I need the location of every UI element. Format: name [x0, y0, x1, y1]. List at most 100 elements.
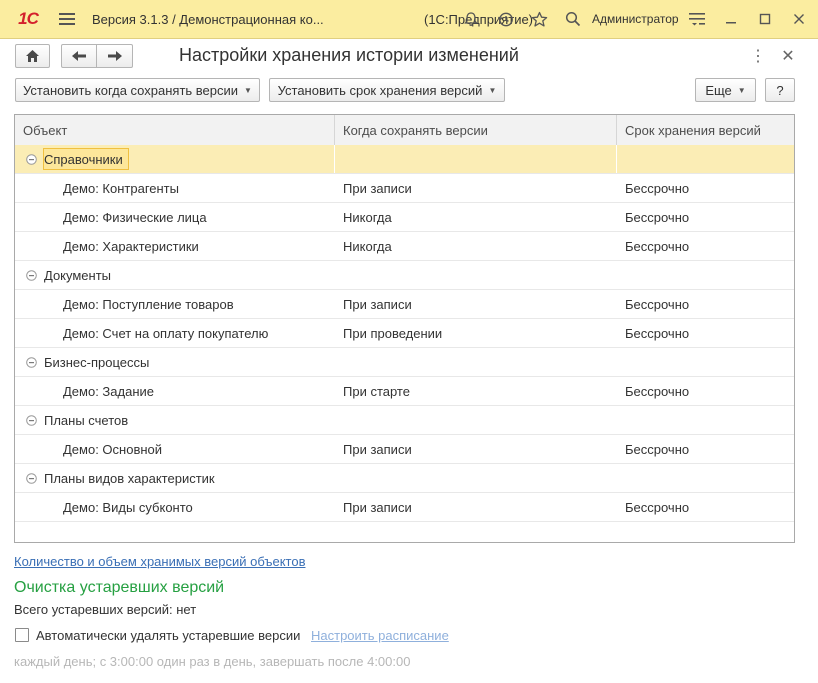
current-user[interactable]: Администратор — [592, 0, 684, 38]
help-label: ? — [776, 82, 784, 98]
when-cell: Никогда — [343, 209, 392, 225]
obsolete-versions-count: Всего устаревших версий: нет — [14, 602, 197, 617]
settings-menu-icon[interactable] — [684, 0, 710, 38]
collapse-group-icon[interactable] — [24, 471, 38, 485]
back-button[interactable] — [61, 44, 97, 68]
dropdown-caret-icon: ▼ — [244, 85, 252, 95]
group-period-cell — [617, 464, 794, 492]
main-menu-icon[interactable] — [54, 0, 80, 38]
versions-stats-link[interactable]: Количество и объем хранимых версий объек… — [14, 554, 305, 569]
maximize-icon[interactable] — [752, 0, 778, 38]
dropdown-caret-icon: ▼ — [488, 85, 497, 95]
favorites-star-icon[interactable] — [526, 0, 552, 38]
collapse-group-icon[interactable] — [24, 355, 38, 369]
period-cell: Бессрочно — [625, 180, 690, 196]
collapse-group-icon[interactable] — [24, 268, 38, 282]
home-icon — [26, 50, 39, 62]
object-cell: Демо: Поступление товаров — [63, 296, 234, 312]
window-titlebar: 1С Версия 3.1.3 / Демонстрационная ко...… — [0, 0, 818, 39]
period-cell: Бессрочно — [625, 209, 690, 225]
collapse-group-icon[interactable] — [24, 152, 38, 166]
group-row[interactable]: Справочники — [15, 145, 794, 174]
group-when-cell — [335, 464, 617, 492]
table-body: Справочники Демо: Контрагенты При записи Бе… — [15, 145, 794, 522]
home-button[interactable] — [15, 44, 50, 68]
object-cell: Демо: Виды субконто — [63, 499, 193, 515]
group-cell: Бизнес-процессы — [15, 348, 335, 376]
close-window-icon[interactable] — [786, 0, 812, 38]
when-cell: При записи — [343, 499, 412, 515]
help-button[interactable]: ? — [765, 78, 795, 102]
column-header-when[interactable]: Когда сохранять версии — [335, 115, 617, 145]
period-cell: Бессрочно — [625, 499, 690, 515]
table-row[interactable]: Демо: Контрагенты При записи Бессрочно — [15, 174, 794, 203]
table-row[interactable]: Демо: Физические лица Никогда Бессрочно — [15, 203, 794, 232]
group-label: Справочники — [43, 148, 129, 170]
set-retention-button[interactable]: Установить срок хранения версий ▼ — [269, 78, 505, 102]
group-row[interactable]: Планы счетов — [15, 406, 794, 435]
group-row[interactable]: Документы — [15, 261, 794, 290]
when-cell: При старте — [343, 383, 410, 399]
schedule-link[interactable]: Настроить расписание — [311, 628, 449, 643]
when-cell: При записи — [343, 180, 412, 196]
table-row[interactable]: Демо: Счет на оплату покупателю При прове… — [15, 319, 794, 348]
minimize-icon[interactable] — [718, 0, 744, 38]
period-cell: Бессрочно — [625, 441, 690, 457]
table-header: Объект Когда сохранять версии Срок хране… — [15, 115, 794, 146]
table-row[interactable]: Демо: Виды субконто При записи Бессрочно — [15, 493, 794, 522]
table-row[interactable]: Демо: Задание При старте Бессрочно — [15, 377, 794, 406]
app-logo: 1С — [18, 9, 39, 28]
period-cell: Бессрочно — [625, 238, 690, 254]
object-cell: Демо: Контрагенты — [63, 180, 179, 196]
page-title: Настройки хранения истории изменений — [179, 45, 519, 65]
group-when-cell — [335, 406, 617, 434]
column-header-object[interactable]: Объект — [15, 115, 335, 145]
when-cell: При записи — [343, 441, 412, 457]
group-period-cell — [617, 348, 794, 376]
group-label: Документы — [44, 267, 112, 283]
schedule-description: каждый день; с 3:00:00 один раз в день, … — [14, 654, 411, 669]
period-cell: Бессрочно — [625, 383, 690, 399]
column-header-period[interactable]: Срок хранения версий — [617, 115, 794, 145]
form-more-icon[interactable]: ⋮ — [750, 45, 766, 67]
auto-delete-label[interactable]: Автоматически удалять устаревшие версии — [36, 628, 300, 643]
table-row[interactable]: Демо: Основной При записи Бессрочно — [15, 435, 794, 464]
more-button[interactable]: Еще ▼ — [695, 78, 756, 102]
group-cell: Планы счетов — [15, 406, 335, 434]
notifications-bell-icon[interactable] — [458, 0, 484, 38]
set-retention-label: Установить срок хранения версий — [277, 82, 483, 98]
group-period-cell — [617, 261, 794, 289]
auto-delete-checkbox[interactable] — [15, 628, 29, 642]
group-label: Бизнес-процессы — [44, 354, 150, 370]
command-bar: Установить когда сохранять версии ▼ Уста… — [0, 78, 818, 104]
when-cell: При записи — [343, 296, 412, 312]
group-row[interactable]: Планы видов характеристик — [15, 464, 794, 493]
window-title: Версия 3.1.3 / Демонстрационная ко... — [92, 11, 324, 27]
when-cell: При проведении — [343, 325, 443, 341]
cleanup-section-title: Очистка устаревших версий — [14, 579, 225, 596]
search-icon[interactable] — [560, 0, 586, 38]
table-row[interactable]: Демо: Характеристики Никогда Бессрочно — [15, 232, 794, 261]
object-cell: Демо: Характеристики — [63, 238, 199, 254]
form-close-icon[interactable]: ✕ — [780, 45, 796, 67]
settings-table[interactable]: Объект Когда сохранять версии Срок хране… — [14, 114, 795, 543]
forward-button[interactable] — [96, 44, 133, 68]
form-header: Настройки хранения истории изменений ⋮ ✕ — [0, 43, 818, 73]
period-cell: Бессрочно — [625, 296, 690, 312]
group-row[interactable]: Бизнес-процессы — [15, 348, 794, 377]
table-row[interactable]: Демо: Поступление товаров При записи Бесср… — [15, 290, 794, 319]
group-when-cell — [335, 261, 617, 289]
arrow-right-icon — [107, 51, 122, 61]
group-when-cell — [335, 348, 617, 376]
more-label: Еще — [705, 82, 732, 98]
object-cell: Демо: Задание — [63, 383, 154, 399]
history-icon[interactable] — [492, 0, 518, 38]
collapse-group-icon[interactable] — [24, 413, 38, 427]
dropdown-caret-icon: ▼ — [737, 85, 746, 95]
set-when-save-button[interactable]: Установить когда сохранять версии ▼ — [15, 78, 260, 102]
group-period-cell — [617, 406, 794, 434]
group-label: Планы счетов — [44, 412, 129, 428]
object-cell: Демо: Основной — [63, 441, 163, 457]
group-period-cell — [617, 145, 794, 173]
object-cell: Демо: Счет на оплату покупателю — [63, 325, 269, 341]
